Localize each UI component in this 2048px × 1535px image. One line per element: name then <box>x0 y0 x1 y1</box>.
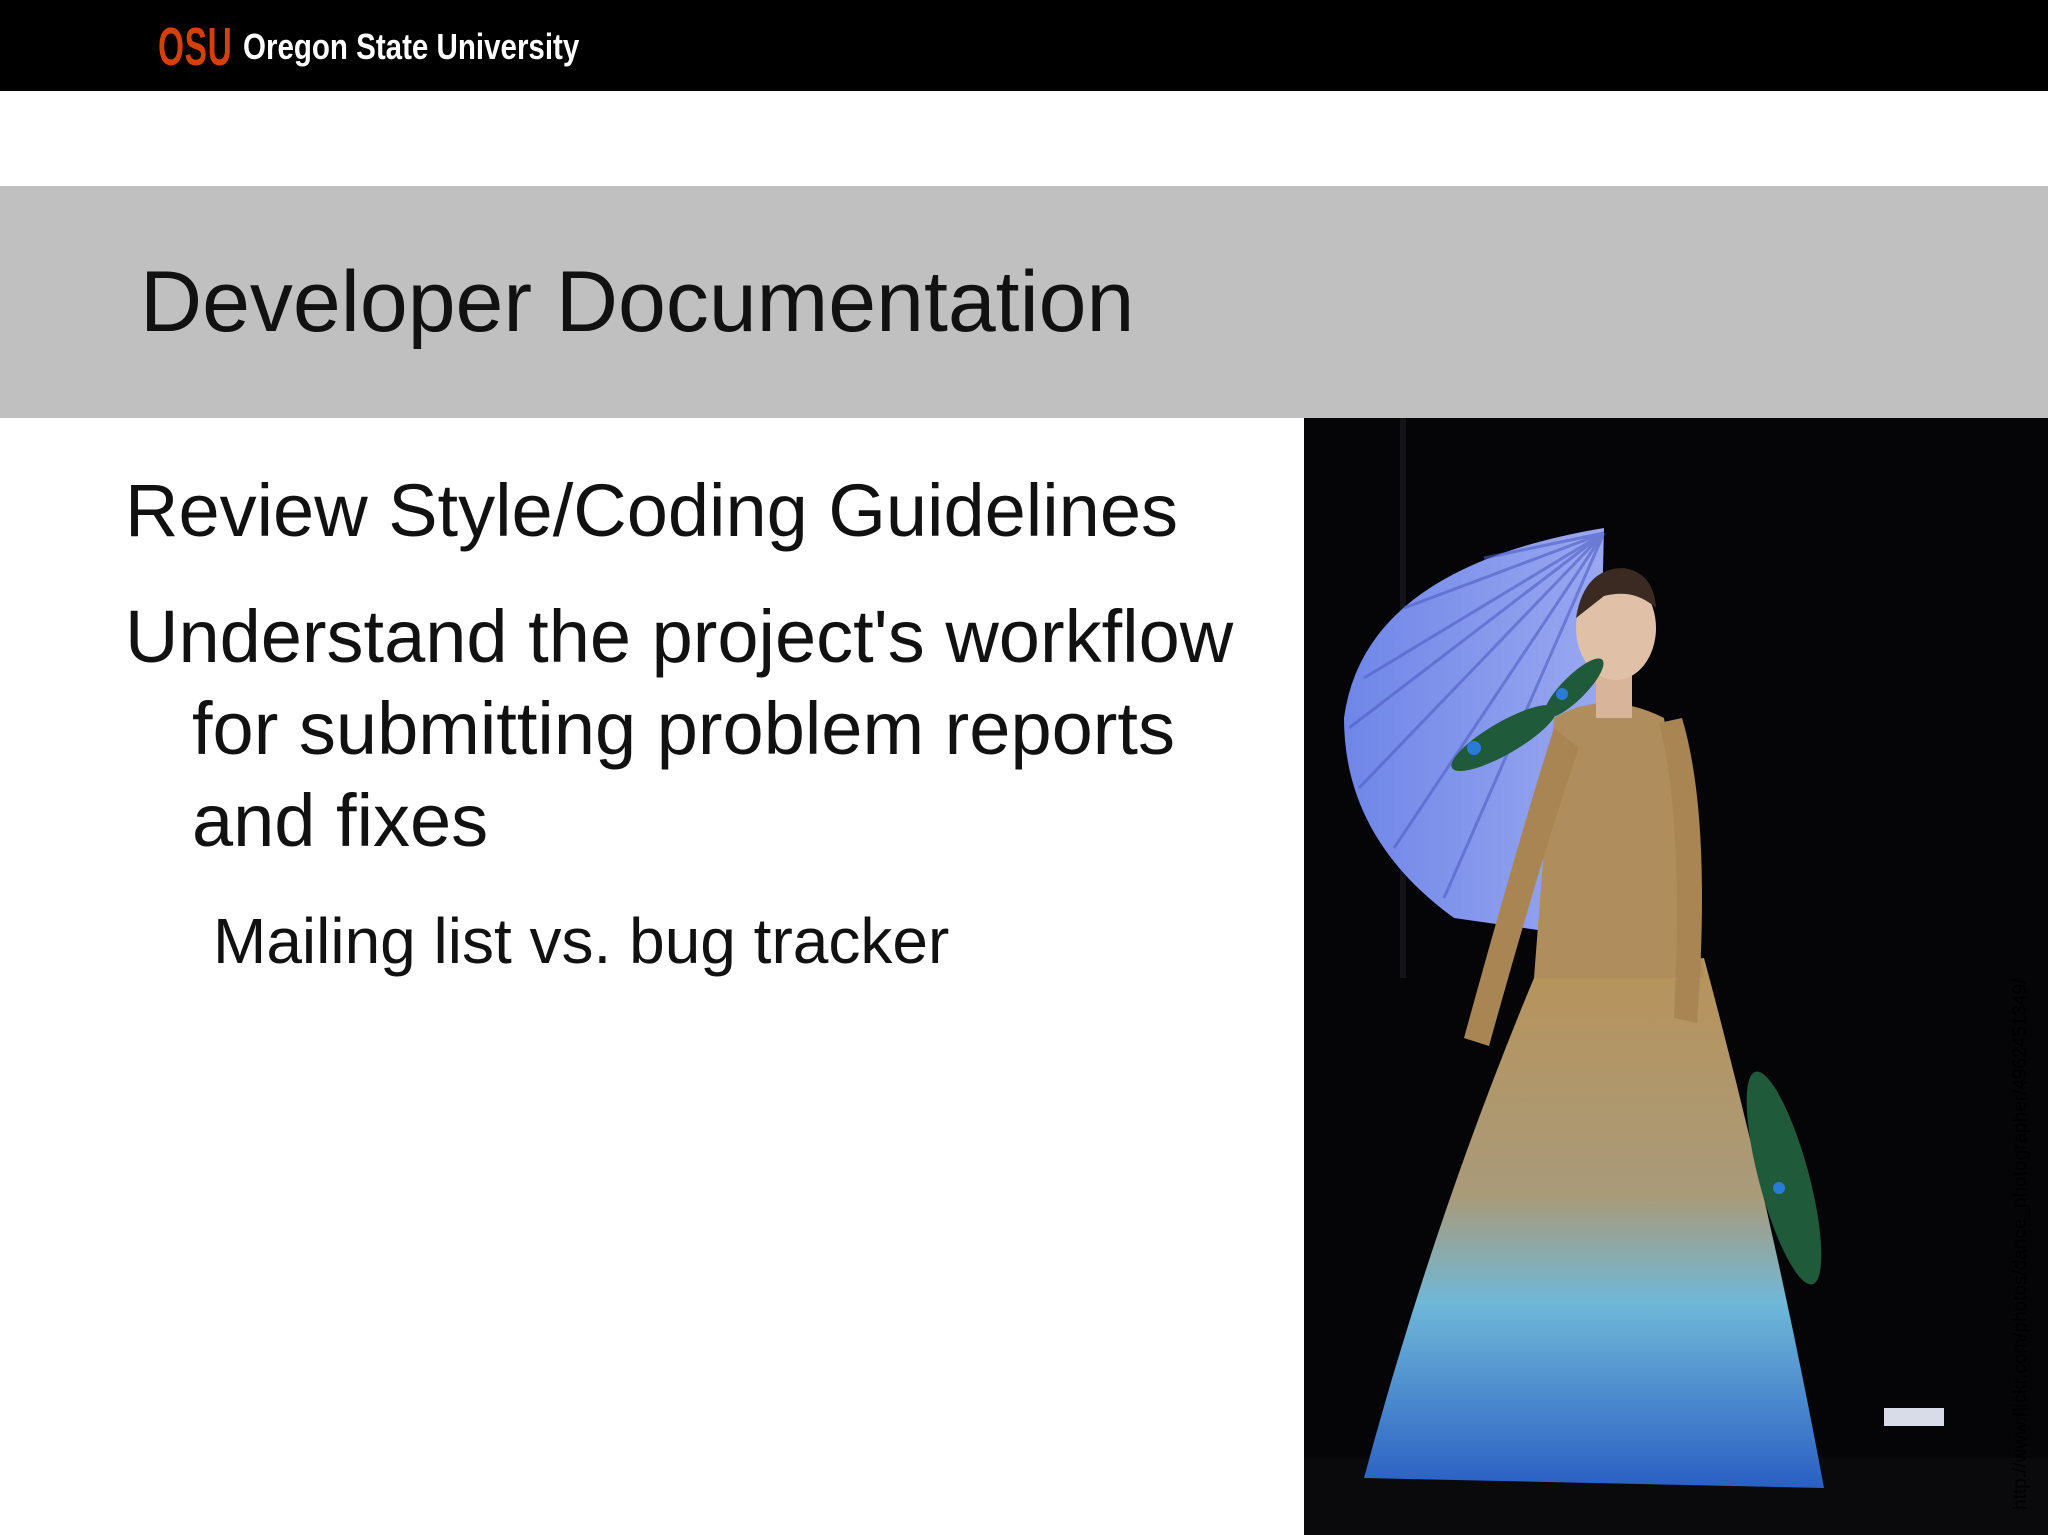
fashion-photo <box>1304 418 2048 1535</box>
sub-bullet-item: Mailing list vs. bug tracker <box>213 905 950 977</box>
university-header-bar: OSU Oregon State University <box>0 0 2048 91</box>
photo-credit: http://www.flickr.com/photos/dance_photo… <box>2010 978 2031 1510</box>
osu-logo-mark: OSU <box>158 17 233 77</box>
bullet-item: Review Style/Coding Guidelines <box>125 469 1178 552</box>
university-name: Oregon State University <box>243 26 580 67</box>
fashion-photo-illustration <box>1304 418 2048 1535</box>
bullet-item: Understand the project's workflow for su… <box>125 595 1234 862</box>
bullet-list: Review Style/Coding Guidelines Understan… <box>125 465 1275 981</box>
slide-title: Developer Documentation <box>140 254 1135 350</box>
